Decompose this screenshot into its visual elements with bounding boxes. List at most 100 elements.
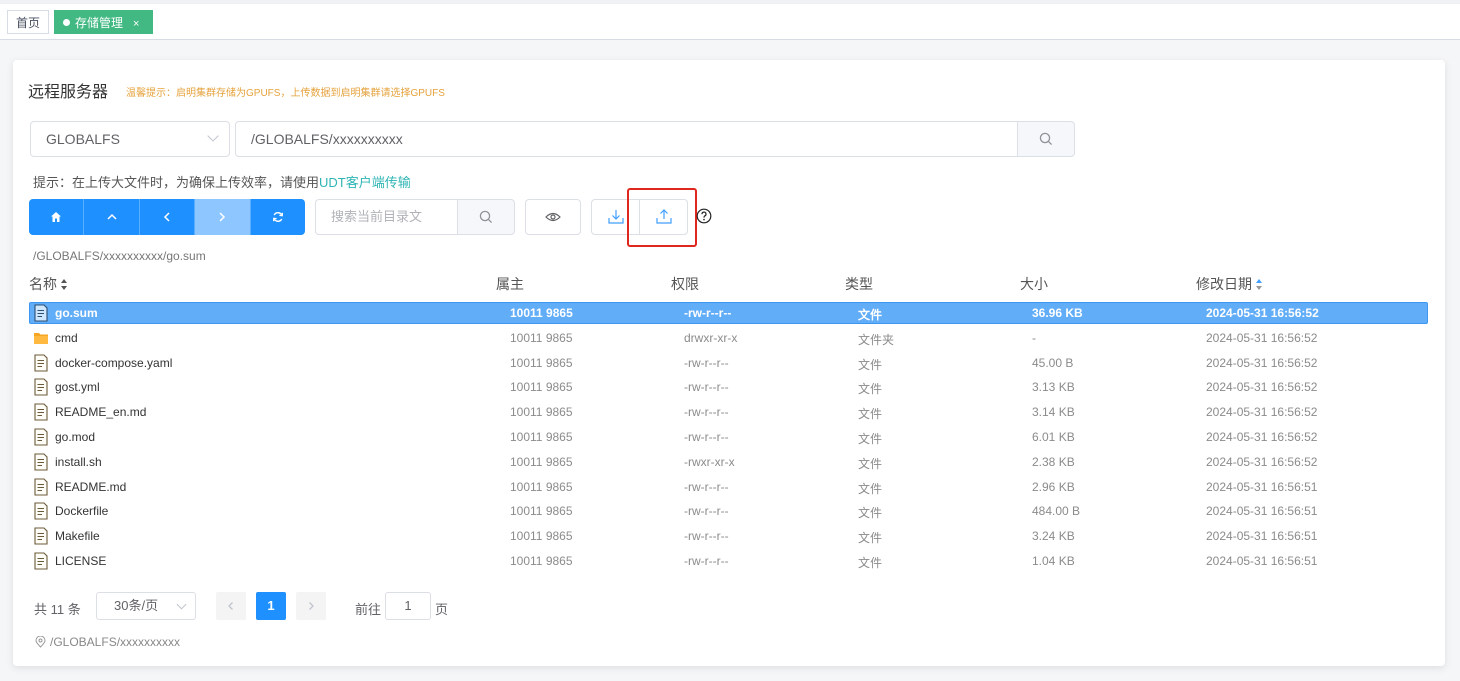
path-search-button[interactable]	[1017, 121, 1075, 157]
search-icon	[1039, 132, 1053, 146]
cell-type: 文件	[858, 407, 883, 422]
forward-button[interactable]	[195, 199, 251, 235]
preview-button[interactable]	[525, 199, 581, 235]
file-icon	[34, 478, 48, 496]
home-icon	[51, 212, 62, 222]
file-name[interactable]: README_en.md	[55, 405, 146, 419]
cell-type: 文件	[858, 506, 883, 521]
chevron-down-icon	[207, 130, 219, 142]
location-icon	[35, 635, 46, 648]
chevron-right-icon	[219, 212, 226, 222]
cell-size: 6.01 KB	[1032, 429, 1075, 444]
column-name[interactable]: 名称	[29, 274, 67, 294]
cell-mtime: 2024-05-31 16:56:51	[1206, 529, 1318, 544]
footer-path-text: /GLOBALFS/xxxxxxxxxx	[50, 635, 181, 649]
cell-mtime: 2024-05-31 16:56:52	[1206, 429, 1318, 444]
table-row[interactable]: go.mod 10011 9865 -rw-r--r-- 文件 6.01 KB 2024-…	[29, 425, 1429, 450]
file-name[interactable]: LICENSE	[55, 554, 106, 568]
chevron-up-icon	[107, 213, 117, 220]
goto-page-input[interactable]: 1	[385, 592, 431, 620]
file-name[interactable]: go.sum	[55, 306, 98, 320]
page-number-current[interactable]: 1	[256, 592, 286, 620]
file-name[interactable]: go.mod	[55, 430, 95, 444]
chevron-left-icon	[163, 212, 170, 222]
file-name[interactable]: README.md	[55, 480, 126, 494]
upload-hint: 提示：在上传大文件时，为确保上传效率，请使用UDT客户端传输	[33, 172, 411, 191]
cell-type: 文件	[858, 531, 883, 546]
cell-type: 文件	[858, 555, 883, 570]
footer-path: /GLOBALFS/xxxxxxxxxx	[35, 635, 180, 649]
file-name[interactable]: gost.yml	[55, 380, 100, 394]
cell-mtime: 2024-05-31 16:56:52	[1206, 330, 1318, 345]
page-size-select[interactable]: 30条/页	[96, 592, 196, 620]
next-page-button[interactable]	[296, 592, 326, 620]
storage-select-value: GLOBALFS	[46, 131, 120, 147]
page-size-value: 30条/页	[114, 598, 159, 613]
prev-page-button[interactable]	[216, 592, 246, 620]
cell-owner: 10011 9865	[510, 479, 573, 494]
file-name[interactable]: cmd	[55, 331, 78, 345]
column-modified[interactable]: 修改日期	[1196, 274, 1262, 294]
udt-client-link[interactable]: UDT客户端传输	[319, 175, 411, 190]
cell-owner: 10011 9865	[510, 355, 573, 370]
table-row[interactable]: docker-compose.yaml 10011 9865 -rw-r--r-- 文…	[29, 351, 1429, 376]
cell-type: 文件	[858, 456, 883, 471]
close-icon[interactable]: ×	[133, 18, 139, 30]
pagination-total: 共 11 条	[34, 602, 81, 617]
file-name[interactable]: docker-compose.yaml	[55, 356, 172, 370]
table-row[interactable]: README_en.md 10011 9865 -rw-r--r-- 文件 3.14 K…	[29, 400, 1429, 425]
file-name[interactable]: install.sh	[55, 455, 102, 469]
file-table-body: go.sum 10011 9865 -rw-r--r-- 文件 36.96 KB 2024…	[29, 301, 1429, 574]
table-row[interactable]: cmd 10011 9865 drwxr-xr-x 文件夹 - 2024-05-31 16…	[29, 326, 1429, 351]
cell-size: 3.24 KB	[1032, 529, 1075, 544]
file-icon	[34, 428, 48, 446]
refresh-button[interactable]	[250, 199, 305, 235]
table-row[interactable]: go.sum 10011 9865 -rw-r--r-- 文件 36.96 KB 2024…	[29, 301, 1429, 326]
page-title: 远程服务器	[28, 84, 109, 101]
table-row[interactable]: install.sh 10011 9865 -rwxr-xr-x 文件 2.38 KB 2…	[29, 450, 1429, 475]
file-name[interactable]: Dockerfile	[55, 504, 108, 518]
help-icon[interactable]	[696, 208, 712, 224]
cell-size: 2.38 KB	[1032, 454, 1075, 469]
tag-storage-management[interactable]: 存储管理 ×	[54, 10, 153, 34]
cell-mtime: 2024-05-31 16:56:52	[1206, 355, 1318, 370]
file-icon	[34, 502, 48, 520]
cell-size: 3.14 KB	[1032, 405, 1075, 420]
cell-perm: -rw-r--r--	[684, 429, 729, 444]
column-type: 类型	[845, 276, 873, 292]
parent-directory-button[interactable]	[84, 199, 140, 235]
table-row[interactable]: Dockerfile 10011 9865 -rw-r--r-- 文件 484.00 B…	[29, 499, 1429, 524]
eye-icon	[545, 212, 561, 222]
home-button[interactable]	[29, 199, 85, 235]
cell-size: 484.00 B	[1032, 504, 1081, 519]
directory-filter-button[interactable]	[457, 199, 515, 235]
column-owner: 属主	[496, 276, 524, 292]
cell-perm: -rwxr-xr-x	[684, 454, 735, 469]
cell-owner: 10011 9865	[510, 405, 573, 420]
table-row[interactable]: Makefile 10011 9865 -rw-r--r-- 文件 3.24 KB 202…	[29, 524, 1429, 549]
file-icon	[34, 403, 48, 421]
cell-size: 3.13 KB	[1032, 380, 1075, 395]
chevron-left-icon	[228, 602, 233, 610]
tag-home[interactable]: 首页	[7, 10, 49, 34]
sort-icon[interactable]	[61, 279, 67, 291]
file-icon	[34, 527, 48, 545]
cell-mtime: 2024-05-31 16:56:52	[1206, 306, 1319, 320]
table-row[interactable]: LICENSE 10011 9865 -rw-r--r-- 文件 1.04 KB 2024…	[29, 549, 1429, 574]
table-row[interactable]: README.md 10011 9865 -rw-r--r-- 文件 2.96 KB 20…	[29, 475, 1429, 500]
sort-icon[interactable]	[1256, 279, 1262, 291]
back-button[interactable]	[139, 199, 196, 235]
cell-mtime: 2024-05-31 16:56:52	[1206, 380, 1318, 395]
cell-perm: -rw-r--r--	[684, 529, 729, 544]
table-row[interactable]: gost.yml 10011 9865 -rw-r--r-- 文件 3.13 KB 202…	[29, 375, 1429, 400]
file-name[interactable]: Makefile	[55, 529, 100, 543]
directory-filter-input[interactable]: 搜索当前目录文	[315, 199, 458, 235]
cell-perm: drwxr-xr-x	[684, 330, 738, 345]
folder-icon	[34, 332, 48, 344]
storage-select[interactable]: GLOBALFS	[30, 121, 230, 157]
chevron-right-icon	[309, 602, 314, 610]
cell-size: 36.96 KB	[1032, 306, 1083, 320]
path-input[interactable]: /GLOBALFS/xxxxxxxxxx	[235, 121, 1018, 157]
cell-perm: -rw-r--r--	[684, 306, 732, 320]
refresh-icon	[272, 212, 283, 222]
